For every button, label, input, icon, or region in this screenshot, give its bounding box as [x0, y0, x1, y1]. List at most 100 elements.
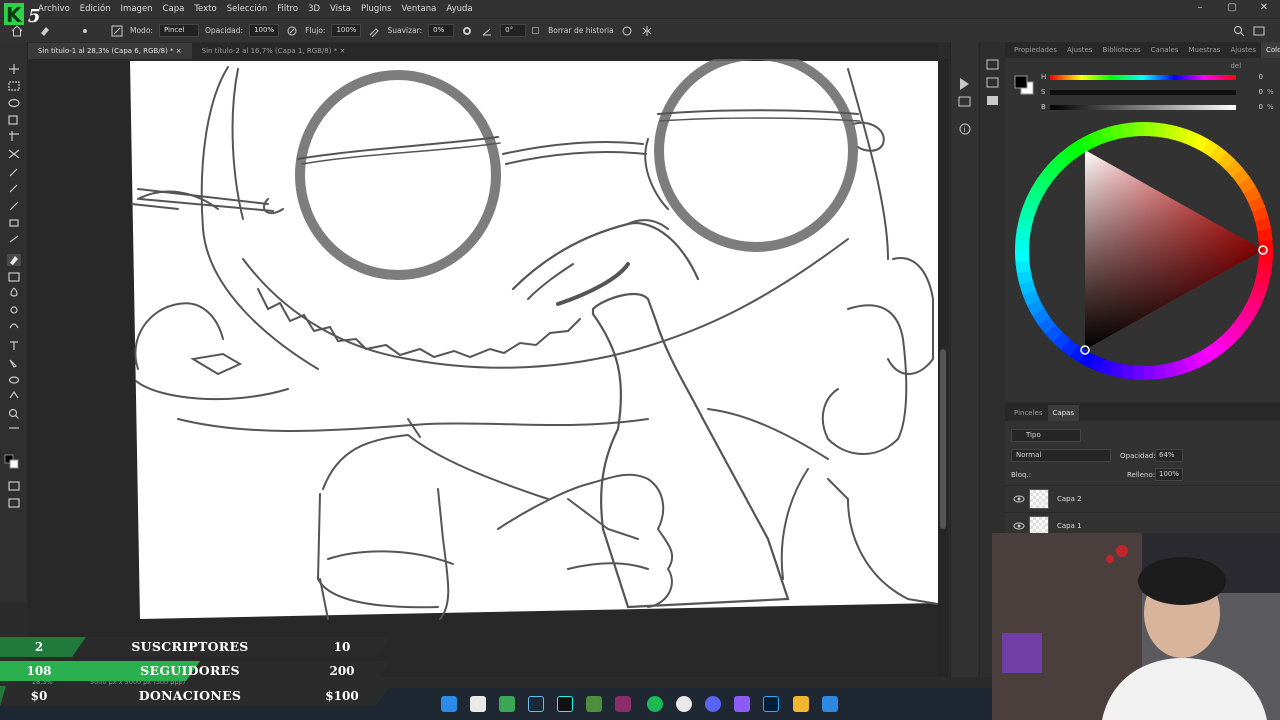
opacity-field[interactable]: 100%	[249, 24, 280, 37]
tab-ajustes-del[interactable]: Ajustes del	[1225, 42, 1261, 70]
collapsed-panel-dock: i	[950, 42, 978, 677]
brush-settings-icon[interactable]	[110, 24, 124, 38]
flow-field[interactable]: 100%	[331, 24, 362, 37]
obs-icon[interactable]	[676, 696, 692, 712]
photoshop-window: K 5 Archivo Edición Imagen Capa Texto Se…	[0, 0, 1280, 720]
windows-start-icon[interactable]	[441, 696, 457, 712]
steam-icon[interactable]	[528, 696, 544, 712]
layer-opacity-field[interactable]: 64%	[1155, 449, 1183, 462]
layers-panel-tabs: Pinceles Capas	[1005, 405, 1280, 421]
menu-edicion[interactable]: Edición	[80, 4, 111, 14]
tiktok-icon[interactable]	[557, 696, 573, 712]
brush-preset-icon[interactable]	[78, 24, 92, 38]
tab-document-2[interactable]: Sin título-2 al 16,7% (Capa 1, RGB/8) * …	[192, 43, 356, 59]
discord-icon[interactable]	[705, 696, 721, 712]
close-tab-icon[interactable]: ×	[339, 47, 345, 55]
vertical-scrollbar[interactable]	[938, 59, 948, 677]
menu-texto[interactable]: Texto	[194, 4, 216, 14]
menu-3d[interactable]: 3D	[308, 4, 320, 14]
goal-current: $0	[30, 689, 48, 703]
pressure-opacity-icon[interactable]	[285, 24, 299, 38]
brightness-slider[interactable]	[1050, 105, 1236, 110]
menu-ventana[interactable]: Ventana	[401, 4, 436, 14]
fg-bg-swatch[interactable]	[1013, 74, 1037, 96]
goal-current: 108	[26, 664, 52, 678]
goal-label: SUSCRIPTORES	[131, 639, 249, 654]
flow-label: Flujo:	[305, 26, 326, 35]
tab-pinceles[interactable]: Pinceles	[1009, 405, 1048, 421]
app-icon-3[interactable]	[734, 696, 750, 712]
app-icon-4[interactable]	[822, 696, 838, 712]
close-icon[interactable]: ✕	[1248, 0, 1280, 16]
gear-icon[interactable]	[460, 24, 474, 38]
layer-name[interactable]: Capa 2	[1057, 495, 1082, 503]
drawing-canvas[interactable]	[28, 59, 938, 677]
hue-slider-row[interactable]: H 0	[1041, 73, 1277, 83]
visibility-eye-icon[interactable]	[1013, 521, 1025, 531]
hue-slider[interactable]	[1050, 75, 1236, 80]
saturation-unit: %	[1267, 88, 1274, 96]
tab-propiedades[interactable]: Propiedades	[1009, 42, 1062, 58]
app-icon[interactable]	[499, 696, 515, 712]
menu-filtro[interactable]: Filtro	[277, 4, 298, 14]
search-icon[interactable]	[1232, 24, 1246, 38]
saturation-slider-row[interactable]: S 0 %	[1041, 88, 1277, 98]
layer-filter-select[interactable]: Tipo	[1011, 429, 1081, 442]
menu-vista[interactable]: Vista	[330, 4, 351, 14]
stream-goals-overlay: 2 SUSCRIPTORES 10 108 SEGUIDORES 200 $0 …	[0, 636, 400, 708]
saturation-slider[interactable]	[1050, 90, 1236, 95]
tab-capas[interactable]: Capas	[1047, 405, 1080, 421]
history-label: Borrar de historia	[548, 26, 614, 35]
menu-plugins[interactable]: Plugins	[361, 4, 391, 14]
history-checkbox[interactable]	[532, 27, 540, 34]
menu-ayuda[interactable]: Ayuda	[446, 4, 472, 14]
spotify-icon[interactable]	[647, 696, 663, 712]
saturation-value[interactable]: 0	[1243, 88, 1263, 96]
mode-select[interactable]: Pincel	[158, 24, 199, 37]
mode-label: Modo:	[130, 26, 153, 35]
tab-ajustes[interactable]: Ajustes	[1062, 42, 1098, 58]
pressure-size-icon[interactable]	[620, 24, 634, 38]
layer-row[interactable]: Capa 2	[1005, 485, 1280, 511]
layer-name[interactable]: Capa 1	[1057, 522, 1082, 530]
symmetry-icon[interactable]	[640, 24, 654, 38]
menu-seleccion[interactable]: Selección	[227, 4, 268, 14]
smooth-label: Suavizar:	[387, 26, 423, 35]
app-icon-2[interactable]	[615, 696, 631, 712]
svg-text:K: K	[6, 3, 23, 27]
fill-label: Relleno:	[1127, 471, 1156, 479]
dock-icons: i	[958, 78, 971, 135]
tab-color[interactable]: Color	[1260, 42, 1280, 58]
color-wheel[interactable]	[1013, 120, 1275, 382]
scroll-thumb[interactable]	[940, 349, 946, 529]
tab-document-1[interactable]: Sin título-1 al 28,3% (Capa 6, RGB/8) * …	[28, 43, 192, 59]
minecraft-icon[interactable]	[586, 696, 602, 712]
tab-bibliotecas[interactable]: Bibliotecas	[1097, 42, 1145, 58]
hue-value[interactable]: 0	[1243, 73, 1263, 81]
maximize-icon[interactable]: ▢	[1216, 0, 1248, 16]
menu-imagen[interactable]: Imagen	[121, 4, 153, 14]
tab-muestras[interactable]: Muestras	[1183, 42, 1225, 58]
brightness-slider-row[interactable]: B 0 %	[1041, 103, 1277, 113]
window-controls: – ▢ ✕	[1184, 0, 1280, 16]
stream-logo-icon: K 5	[4, 3, 41, 27]
canvas-workspace[interactable]	[28, 59, 938, 677]
menu-bar: K 5 Archivo Edición Imagen Capa Texto Se…	[0, 0, 1280, 27]
brightness-value[interactable]: 0	[1243, 103, 1263, 111]
photoshop-icon[interactable]	[763, 696, 779, 712]
folder-icon[interactable]	[793, 696, 809, 712]
minimize-icon[interactable]: –	[1184, 0, 1216, 16]
tab-canales[interactable]: Canales	[1146, 42, 1184, 58]
brightness-unit: %	[1267, 103, 1274, 111]
visibility-eye-icon[interactable]	[1013, 494, 1025, 504]
fill-field[interactable]: 100%	[1155, 468, 1183, 481]
blend-mode-select[interactable]: Normal	[1011, 449, 1111, 462]
explorer-icon[interactable]	[470, 696, 486, 712]
document-tabs: Sin título-1 al 28,3% (Capa 6, RGB/8) * …	[28, 43, 938, 59]
smooth-field[interactable]: 0%	[428, 24, 455, 37]
close-tab-icon[interactable]: ×	[176, 47, 182, 55]
workspace-icon[interactable]	[1252, 24, 1266, 38]
angle-field[interactable]: 0°	[500, 24, 527, 37]
menu-capa[interactable]: Capa	[163, 4, 185, 14]
airbrush-icon[interactable]	[367, 24, 381, 38]
